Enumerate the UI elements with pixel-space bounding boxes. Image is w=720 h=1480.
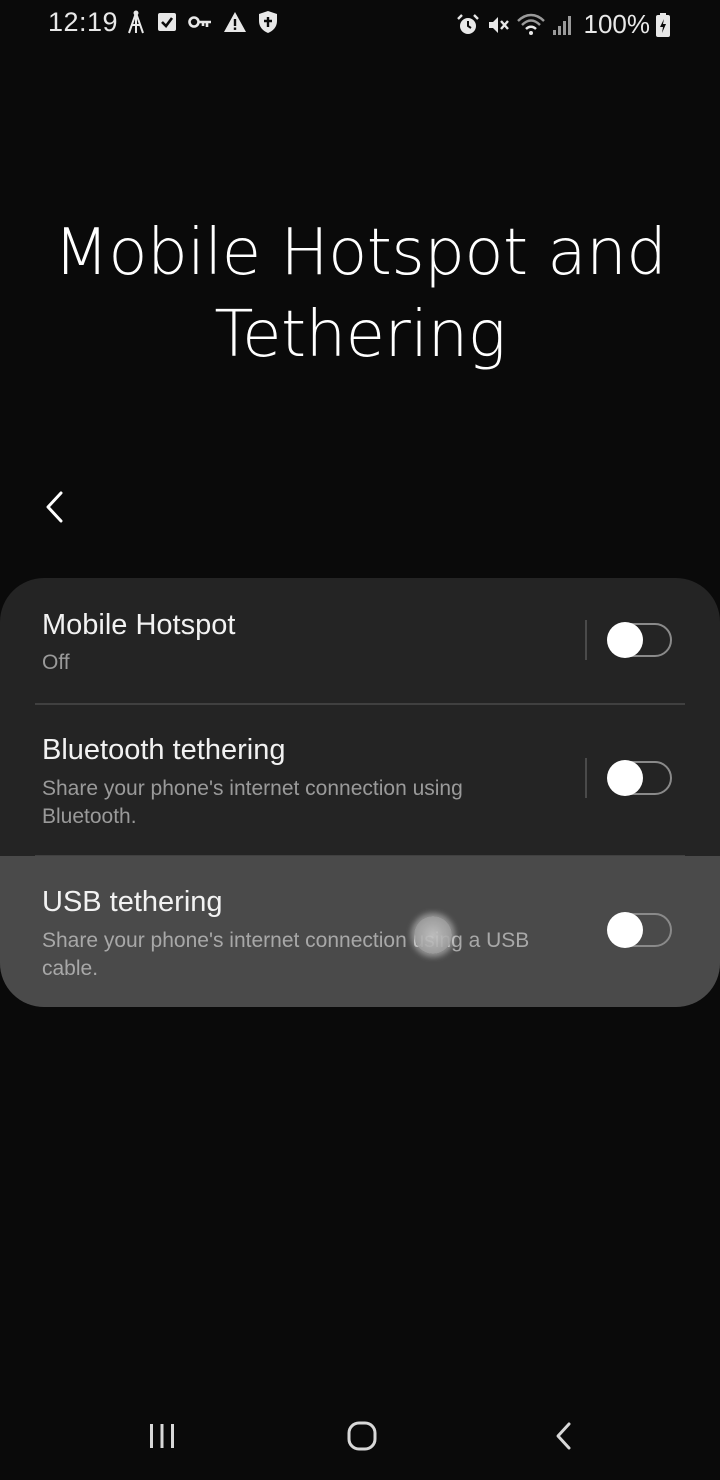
back-button[interactable] xyxy=(30,484,80,534)
shield-icon xyxy=(258,10,278,34)
alarm-icon xyxy=(456,13,480,37)
chevron-left-icon xyxy=(43,490,67,529)
row-divider xyxy=(585,620,587,660)
recents-icon xyxy=(147,1423,177,1454)
row-divider xyxy=(585,758,587,798)
cell-tower-icon xyxy=(126,9,146,35)
row-summary: Share your phone's internet connection u… xyxy=(42,929,530,980)
warning-icon xyxy=(223,11,247,33)
screen: 12:19 100% Mobile Hotspot and Tethering … xyxy=(0,0,720,1480)
toggle-knob xyxy=(607,760,643,796)
navigation-bar xyxy=(0,1400,720,1480)
status-time: 12:19 xyxy=(48,7,119,37)
list-item-mobile-hotspot[interactable]: Mobile Hotspot Off xyxy=(0,578,720,704)
row-title: Mobile Hotspot xyxy=(42,609,236,641)
nav-back-button[interactable] xyxy=(534,1414,594,1462)
mobile-hotspot-toggle[interactable] xyxy=(607,622,672,658)
row-summary: Share your phone's internet connection u… xyxy=(42,777,463,828)
wifi-icon xyxy=(516,13,546,37)
battery-percentage: 100% xyxy=(583,9,651,39)
toggle-knob xyxy=(607,912,643,948)
status-left-icons xyxy=(126,9,278,35)
signal-icon xyxy=(552,13,574,37)
list-item-bluetooth-tethering[interactable]: Bluetooth tethering Share your phone's i… xyxy=(0,704,720,856)
status-bar: 12:19 100% xyxy=(0,0,720,46)
settings-card: Mobile Hotspot Off Bluetooth tethering S… xyxy=(0,578,720,1007)
home-button[interactable] xyxy=(332,1414,392,1462)
status-right-icons: 100% xyxy=(456,9,670,40)
toggle-knob xyxy=(607,622,643,658)
list-item-usb-tethering[interactable]: USB tethering Share your phone's interne… xyxy=(0,856,720,1007)
checkbox-icon xyxy=(157,11,177,33)
page-title: Mobile Hotspot and Tethering xyxy=(53,216,667,372)
usb-tethering-toggle[interactable] xyxy=(607,912,672,948)
bluetooth-tethering-toggle[interactable] xyxy=(607,760,672,796)
touch-indicator xyxy=(414,916,452,954)
row-summary: Off xyxy=(42,651,70,674)
battery-charging-icon xyxy=(656,12,670,37)
home-icon xyxy=(346,1420,378,1457)
back-icon xyxy=(553,1421,575,1456)
row-title: USB tethering xyxy=(42,886,223,918)
mute-icon xyxy=(486,13,510,37)
row-title: Bluetooth tethering xyxy=(42,734,286,766)
key-icon xyxy=(188,11,212,33)
recents-button[interactable] xyxy=(132,1414,192,1462)
